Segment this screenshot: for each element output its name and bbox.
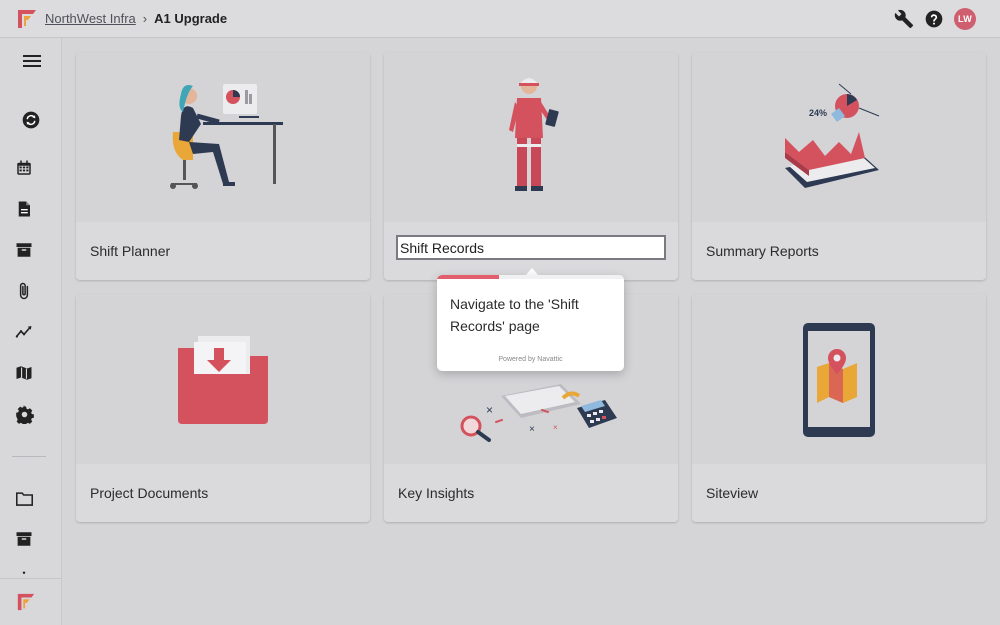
map-icon[interactable] bbox=[14, 363, 34, 383]
archive-icon[interactable] bbox=[14, 240, 34, 260]
top-bar: NorthWest Infra › A1 Upgrade LW bbox=[0, 0, 1000, 38]
app-logo-icon[interactable] bbox=[16, 8, 38, 30]
folder-icon[interactable] bbox=[14, 488, 34, 508]
attachment-icon[interactable] bbox=[14, 281, 34, 301]
card-label: Shift Planner bbox=[90, 243, 171, 259]
tooltip-powered-by[interactable]: Powered by Navattic bbox=[437, 356, 624, 363]
shift-planner-illustration bbox=[76, 52, 370, 222]
sync-icon[interactable] bbox=[21, 110, 41, 130]
svg-text:×: × bbox=[529, 424, 535, 435]
app-logo-icon[interactable] bbox=[16, 592, 36, 612]
sidebar-footer bbox=[0, 578, 61, 625]
wrench-icon[interactable] bbox=[894, 9, 914, 29]
card-siteview[interactable]: Siteview bbox=[692, 294, 986, 522]
sidebar bbox=[0, 38, 62, 625]
card-project-documents[interactable]: Project Documents bbox=[76, 294, 370, 522]
document-icon[interactable] bbox=[14, 199, 34, 219]
card-shift-planner[interactable]: Shift Planner bbox=[76, 52, 370, 280]
summary-reports-illustration: 24% bbox=[692, 52, 986, 222]
settings-icon[interactable] bbox=[14, 404, 34, 424]
shift-records-highlight[interactable]: Shift Records bbox=[396, 235, 666, 260]
tooltip-progress-fill bbox=[437, 275, 499, 279]
card-label: Siteview bbox=[706, 485, 759, 501]
card-label: Key Insights bbox=[398, 485, 475, 501]
breadcrumb-current-project: A1 Upgrade bbox=[154, 11, 228, 26]
breadcrumb-org-link[interactable]: NorthWest Infra bbox=[45, 11, 136, 26]
more-items-icon[interactable] bbox=[14, 568, 34, 576]
card-summary-reports[interactable]: 24% Summary Reports bbox=[692, 52, 986, 280]
card-label: Project Documents bbox=[90, 485, 209, 501]
tooltip-text: Navigate to the 'Shift Records' page bbox=[450, 296, 579, 334]
shift-records-illustration bbox=[384, 52, 678, 222]
percent-label: 24% bbox=[809, 108, 827, 118]
calendar-icon[interactable] bbox=[14, 158, 34, 178]
guide-tooltip: Navigate to the 'Shift Records' page Pow… bbox=[437, 275, 624, 371]
sidebar-divider bbox=[12, 456, 46, 457]
card-shift-records[interactable]: Shift Records bbox=[384, 52, 678, 280]
svg-text:×: × bbox=[553, 423, 558, 432]
top-actions: LW bbox=[894, 8, 976, 30]
archive-icon[interactable] bbox=[14, 529, 34, 549]
svg-text:×: × bbox=[486, 403, 493, 417]
siteview-illustration bbox=[692, 294, 986, 464]
project-documents-illustration bbox=[76, 294, 370, 464]
tooltip-progress-track bbox=[437, 275, 624, 279]
help-icon[interactable] bbox=[924, 9, 944, 29]
user-avatar[interactable]: LW bbox=[954, 8, 976, 30]
breadcrumb-separator: › bbox=[142, 11, 148, 26]
menu-icon[interactable] bbox=[22, 51, 42, 71]
analytics-icon[interactable] bbox=[14, 322, 34, 342]
card-label: Summary Reports bbox=[706, 243, 819, 259]
